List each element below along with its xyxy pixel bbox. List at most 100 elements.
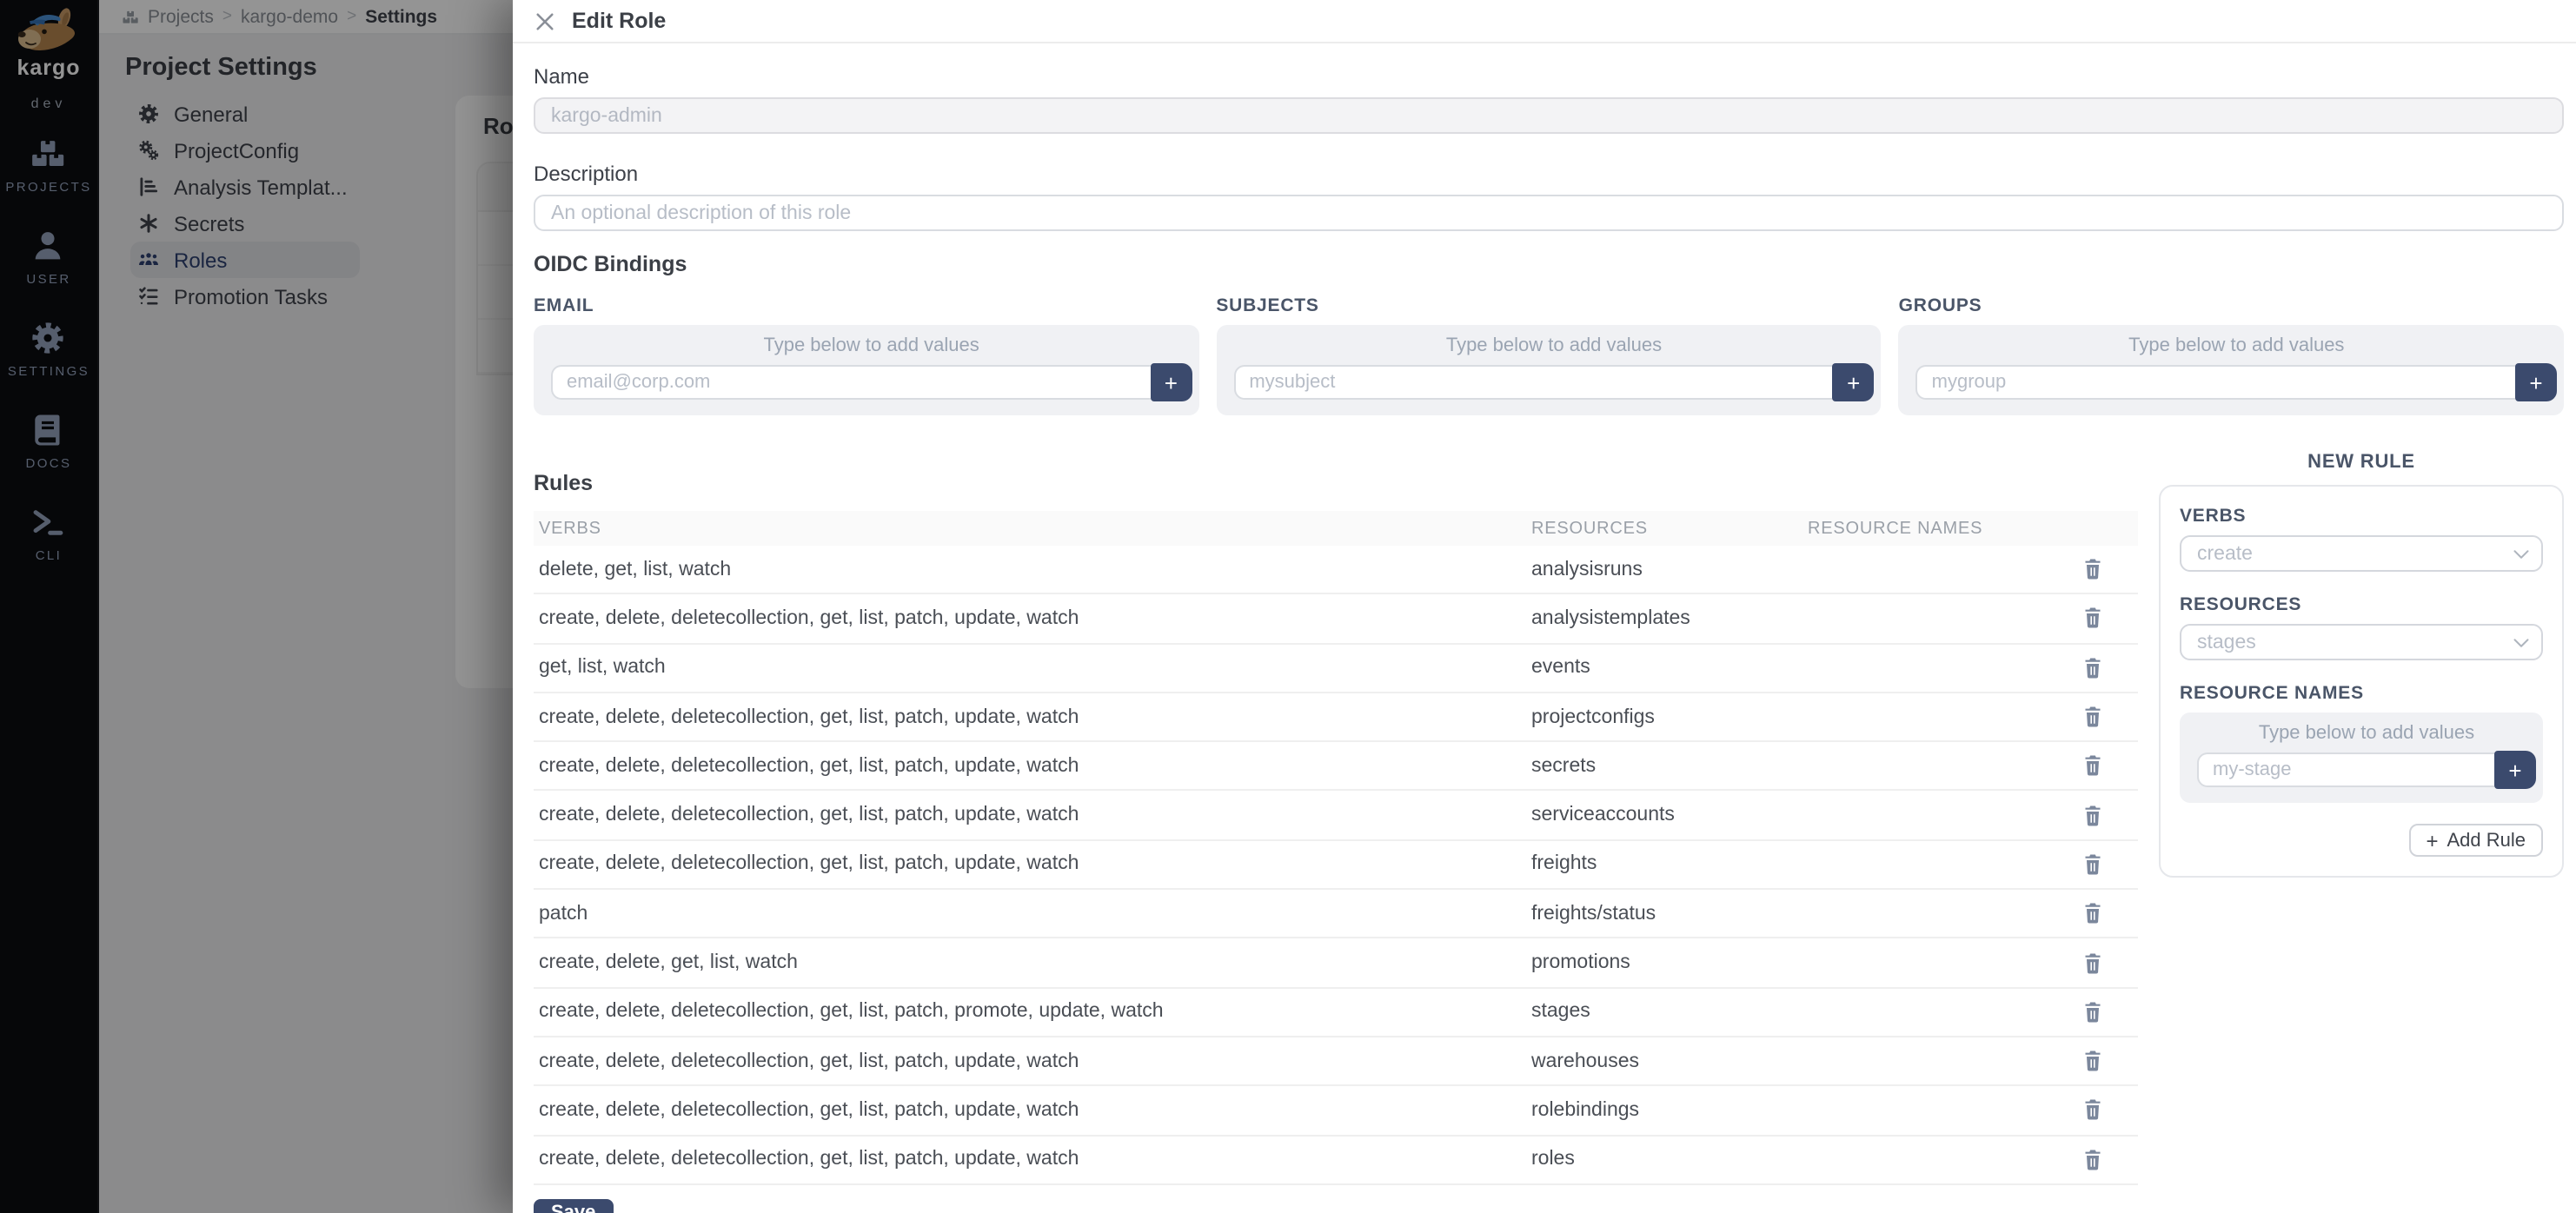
rule-verbs: create, delete, deletecollection, get, l… [534,1149,1531,1170]
rule-verbs: create, delete, get, list, watch [534,952,1531,973]
rule-resources: roles [1531,1149,1808,1170]
rule-verbs: get, list, watch [534,657,1531,678]
email-input[interactable] [551,365,1150,400]
rule-resources: secrets [1531,756,1808,777]
subjects-hint: Type below to add values [1233,335,1874,358]
oidc-bindings: EMAIL Type below to add values + SUBJECT… [534,295,2564,415]
rule-row: create, delete, deletecollection, get, l… [534,1136,2138,1185]
new-rule-resources-label: RESOURCES [2180,594,2543,617]
rule-verbs: create, delete, deletecollection, get, l… [534,756,1531,777]
delete-rule-button[interactable] [2051,988,2133,1036]
rule-verbs: create, delete, deletecollection, get, l… [534,706,1531,727]
plus-icon: + [1165,371,1178,394]
oidc-email-column: EMAIL Type below to add values + [534,295,1198,415]
rule-resources: stages [1531,1002,1808,1023]
add-resource-name-button[interactable]: + [2494,751,2536,789]
rule-row: delete, get, list, watch analysisruns [534,546,2138,595]
delete-rule-button[interactable] [2051,742,2133,790]
resources-select-value: stages [2197,632,2256,653]
subjects-values-box: Type below to add values + [1216,325,1881,415]
resources-select[interactable]: stages [2180,624,2543,660]
resources-header: RESOURCES [1531,519,1808,538]
delete-rule-button[interactable] [2051,1037,2133,1085]
rule-row: create, delete, deletecollection, get, l… [534,693,2138,743]
delete-rule-button[interactable] [2051,841,2133,889]
chevron-down-icon [2513,549,2529,560]
email-hint: Type below to add values [551,335,1192,358]
delete-rule-button[interactable] [2051,693,2133,741]
rule-row: patch freights/status [534,890,2138,939]
description-input[interactable] [534,195,2564,231]
close-icon[interactable] [535,11,554,30]
delete-rule-button[interactable] [2051,939,2133,987]
plus-icon: + [1847,371,1860,394]
add-group-button[interactable]: + [2515,363,2557,401]
resource-names-hint: Type below to add values [2197,723,2536,746]
rule-verbs: delete, get, list, watch [534,559,1531,580]
edit-role-drawer: Edit Role Name Description OIDC Bindings… [513,0,2576,1213]
rules-table-header: VERBS RESOURCES RESOURCE NAMES [534,511,2138,546]
rules-section: Rules VERBS RESOURCES RESOURCE NAMES del… [534,450,2138,1213]
new-rule-section: NEW RULE VERBS create RESOURCES stages R… [2138,450,2564,1213]
subject-input[interactable] [1233,365,1832,400]
delete-rule-button[interactable] [2051,546,2133,593]
rule-resources: warehouses [1531,1051,1808,1071]
rule-verbs: create, delete, deletecollection, get, l… [534,1002,1531,1023]
plus-icon: + [2529,371,2542,394]
rule-row: create, delete, deletecollection, get, l… [534,595,2138,645]
rules-heading: Rules [534,471,2138,497]
groups-label: GROUPS [1899,295,2564,318]
rule-resources: events [1531,657,1808,678]
add-subject-button[interactable]: + [1833,363,1875,401]
rule-row: create, delete, deletecollection, get, l… [534,742,2138,792]
oidc-subjects-column: SUBJECTS Type below to add values + [1216,295,1881,415]
rule-resources: serviceaccounts [1531,805,1808,825]
description-label: Description [534,162,2564,186]
delete-rule-button[interactable] [2051,1136,2133,1183]
delete-rule-button[interactable] [2051,595,2133,643]
verbs-select-value: create [2197,543,2253,564]
chevron-down-icon [2513,638,2529,648]
verbs-select[interactable]: create [2180,535,2543,572]
delete-rule-button[interactable] [2051,1087,2133,1135]
rule-row: create, delete, deletecollection, get, l… [534,1037,2138,1087]
add-email-button[interactable]: + [1150,363,1192,401]
add-rule-label: Add Rule [2447,830,2526,851]
rule-resources: freights/status [1531,903,1808,924]
plus-icon: + [2426,830,2438,851]
new-rule-title: NEW RULE [2159,452,2564,474]
trash-icon [2081,656,2102,679]
rule-verbs: create, delete, deletecollection, get, l… [534,608,1531,629]
groups-values-box: Type below to add values + [1899,325,2564,415]
new-rule-card: VERBS create RESOURCES stages RESOURCE N… [2159,485,2564,878]
delete-rule-button[interactable] [2051,792,2133,839]
trash-icon [2081,607,2102,630]
trash-icon [2081,706,2102,728]
drawer-body: Name Description OIDC Bindings EMAIL Typ… [513,43,2576,1213]
trash-icon [2081,1001,2102,1024]
group-input[interactable] [1916,365,2515,400]
rule-resources: analysistemplates [1531,608,1808,629]
delete-rule-button[interactable] [2051,890,2133,938]
add-rule-button[interactable]: + Add Rule [2408,824,2543,857]
trash-icon [2081,755,2102,778]
resource-names-box: Type below to add values + [2180,713,2543,803]
rule-resources: rolebindings [1531,1100,1808,1121]
email-values-box: Type below to add values + [534,325,1198,415]
trash-icon [2081,804,2102,826]
trash-icon [2081,1148,2102,1170]
rule-row: get, list, watch events [534,644,2138,693]
trash-icon [2081,853,2102,876]
trash-icon [2081,1099,2102,1122]
name-label: Name [534,64,2564,89]
delete-rule-button[interactable] [2051,644,2133,692]
groups-hint: Type below to add values [1916,335,2557,358]
save-button[interactable]: Save [534,1199,613,1213]
resource-names-header: RESOURCE NAMES [1808,519,2051,538]
rule-resources: promotions [1531,952,1808,973]
trash-icon [2081,902,2102,925]
oidc-bindings-heading: OIDC Bindings [534,252,2564,278]
subjects-label: SUBJECTS [1216,295,1881,318]
name-input[interactable] [534,97,2564,134]
resource-name-input[interactable] [2197,752,2494,787]
